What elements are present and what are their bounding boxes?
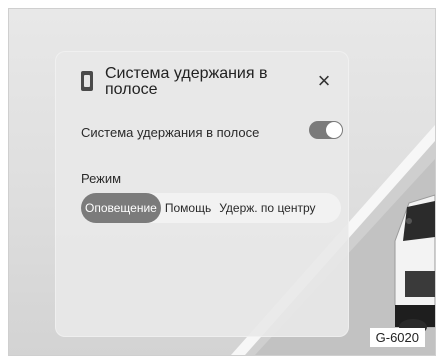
panel-title: Система удержания в полосе bbox=[105, 65, 268, 98]
toggle-knob bbox=[326, 122, 342, 138]
mode-segmented-control: Оповещение Помощь Удерж. по центру bbox=[81, 193, 341, 223]
lane-keeping-toggle[interactable] bbox=[309, 121, 343, 139]
lane-keeping-panel: Система удержания в полосе × Система уде… bbox=[55, 51, 349, 337]
mode-option-center[interactable]: Удерж. по центру bbox=[215, 193, 319, 223]
screenshot-frame: Система удержания в полосе × Система уде… bbox=[8, 8, 436, 356]
mode-option-assist[interactable]: Помощь bbox=[161, 193, 215, 223]
lane-keeping-icon bbox=[81, 71, 93, 91]
close-icon[interactable]: × bbox=[313, 70, 335, 93]
mode-label: Режим bbox=[81, 171, 122, 186]
mode-option-warning[interactable]: Оповещение bbox=[81, 193, 161, 223]
panel-header: Система удержания в полосе × bbox=[73, 63, 335, 107]
figure-code: G-6020 bbox=[369, 328, 425, 347]
lane-keeping-setting-label: Система удержания в полосе bbox=[81, 125, 260, 140]
